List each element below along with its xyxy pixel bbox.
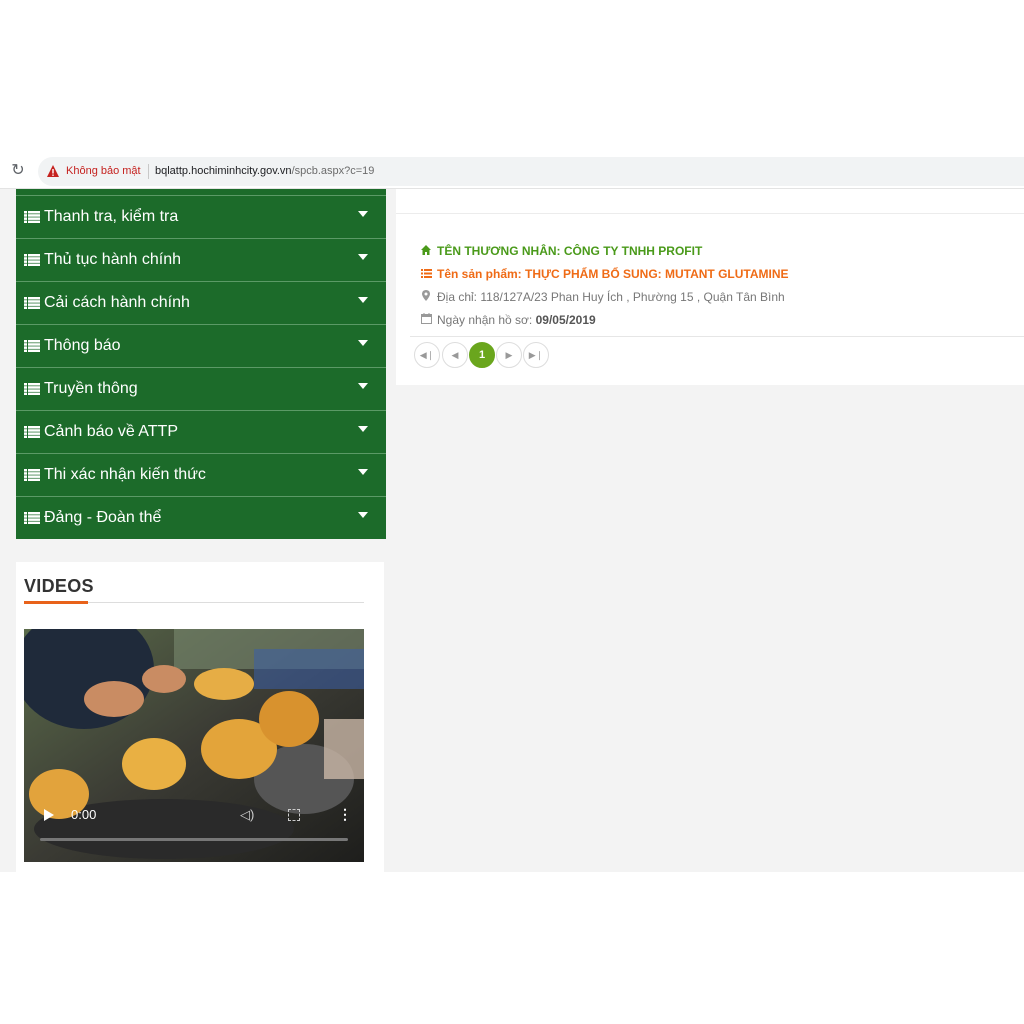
- product-label: Tên sản phẩm:: [437, 267, 522, 281]
- prev-page-icon[interactable]: ◀: [442, 342, 468, 368]
- list-icon: [24, 211, 40, 223]
- card-divider: [410, 336, 1024, 337]
- sidebar-item-admin-procedures[interactable]: Thủ tục hành chính: [16, 238, 386, 281]
- sidebar-item-knowledge-exam[interactable]: Thi xác nhận kiến thức: [16, 453, 386, 496]
- video-thumbnail: [24, 629, 364, 862]
- list-icon: [24, 426, 40, 438]
- caret-down-icon: [358, 383, 368, 389]
- page-viewport: Thanh tra, kiểm tra Thủ tục hành chính C…: [0, 189, 1024, 872]
- merchant-row: TÊN THƯƠNG NHÂN: CÔNG TY TNHH PROFIT: [420, 244, 702, 258]
- caret-down-icon: [358, 340, 368, 346]
- address-value: 118/127A/23 Phan Huy Ích , Phường 15 , Q…: [480, 290, 785, 304]
- sidebar-item-admin-reform[interactable]: Cải cách hành chính: [16, 281, 386, 324]
- list-icon: [24, 383, 40, 395]
- list-icon: [24, 340, 40, 352]
- date-row: Ngày nhận hồ sơ: 09/05/2019: [420, 313, 596, 327]
- sidebar-item-label: Đảng - Đoàn thể: [44, 509, 162, 526]
- sidebar-item-label: Thi xác nhận kiến thức: [44, 466, 206, 483]
- more-options-icon[interactable]: ⋮: [338, 806, 352, 823]
- record-card: TÊN THƯƠNG NHÂN: CÔNG TY TNHH PROFIT Tên…: [396, 189, 1024, 385]
- video-player[interactable]: 0:00 ◁) ⋮: [24, 629, 364, 862]
- fullscreen-icon[interactable]: [288, 809, 300, 821]
- date-value: 09/05/2019: [535, 313, 596, 327]
- reload-icon[interactable]: ↻: [8, 161, 28, 181]
- last-page-icon[interactable]: ▶❘: [523, 342, 549, 368]
- sidebar-item-label: Cảnh báo về ATTP: [44, 423, 178, 440]
- video-time: 0:00: [71, 807, 97, 822]
- url-path: /spcb.aspx?c=19: [291, 165, 375, 177]
- sidebar-item-label: Thủ tục hành chính: [44, 251, 181, 268]
- list-icon: [24, 254, 40, 266]
- browser-address-bar: ↻ Không bảo mật bqlattp.hochiminhcity.go…: [0, 155, 1024, 189]
- next-page-icon[interactable]: ▶: [496, 342, 522, 368]
- calendar-icon: [420, 313, 432, 327]
- map-marker-icon: [420, 290, 432, 304]
- card-divider: [396, 213, 1024, 214]
- list-icon: [24, 512, 40, 524]
- videos-heading: VIDEOS: [24, 576, 94, 596]
- product-value[interactable]: THỰC PHẨM BỔ SUNG: MUTANT GLUTAMINE: [525, 267, 788, 281]
- sidebar-item-party-union[interactable]: Đảng - Đoàn thể: [16, 496, 386, 539]
- caret-down-icon: [358, 254, 368, 260]
- sidebar-menu: Thanh tra, kiểm tra Thủ tục hành chính C…: [16, 189, 386, 539]
- merchant-label: TÊN THƯƠNG NHÂN:: [437, 244, 561, 258]
- caret-down-icon: [358, 426, 368, 432]
- caret-down-icon: [358, 211, 368, 217]
- list-icon: [24, 469, 40, 481]
- omnibox[interactable]: Không bảo mật bqlattp.hochiminhcity.gov.…: [38, 157, 1024, 186]
- sidebar-item-food-safety-alerts[interactable]: Cảnh báo về ATTP: [16, 410, 386, 453]
- list-icon: [24, 297, 40, 309]
- page-number[interactable]: 1: [469, 342, 495, 368]
- videos-widget: VIDEOS 0:00 ◁) ⋮: [16, 562, 384, 872]
- heading-accent: [24, 601, 88, 604]
- merchant-value[interactable]: CÔNG TY TNHH PROFIT: [564, 244, 702, 258]
- date-label: Ngày nhận hồ sơ:: [437, 313, 533, 327]
- first-page-icon[interactable]: ◀❘: [414, 342, 440, 368]
- list-icon: [420, 267, 432, 281]
- sidebar-item-label: Thông báo: [44, 337, 121, 354]
- sidebar-item-label: Cải cách hành chính: [44, 294, 190, 311]
- product-row: Tên sản phẩm: THỰC PHẨM BỔ SUNG: MUTANT …: [420, 267, 789, 281]
- play-button[interactable]: [44, 809, 54, 821]
- sidebar-item-inspection[interactable]: Thanh tra, kiểm tra: [16, 195, 386, 238]
- caret-down-icon: [358, 512, 368, 518]
- video-progress-bar[interactable]: [40, 838, 348, 841]
- url-text[interactable]: bqlattp.hochiminhcity.gov.vn/spcb.aspx?c…: [155, 165, 374, 177]
- url-host: bqlattp.hochiminhcity.gov.vn: [155, 165, 292, 177]
- warning-icon: [47, 165, 59, 177]
- divider: [148, 164, 149, 179]
- home-icon: [420, 244, 432, 258]
- not-secure-label[interactable]: Không bảo mật: [66, 165, 141, 177]
- sidebar-item-announcements[interactable]: Thông báo: [16, 324, 386, 367]
- address-label: Địa chỉ:: [437, 290, 478, 304]
- sidebar-item-label: Truyền thông: [44, 380, 138, 397]
- sidebar-item-media[interactable]: Truyền thông: [16, 367, 386, 410]
- caret-down-icon: [358, 469, 368, 475]
- sidebar-item-label: Thanh tra, kiểm tra: [44, 208, 179, 225]
- volume-icon[interactable]: ◁): [240, 807, 254, 823]
- caret-down-icon: [358, 297, 368, 303]
- address-row: Địa chỉ: 118/127A/23 Phan Huy Ích , Phườ…: [420, 290, 785, 304]
